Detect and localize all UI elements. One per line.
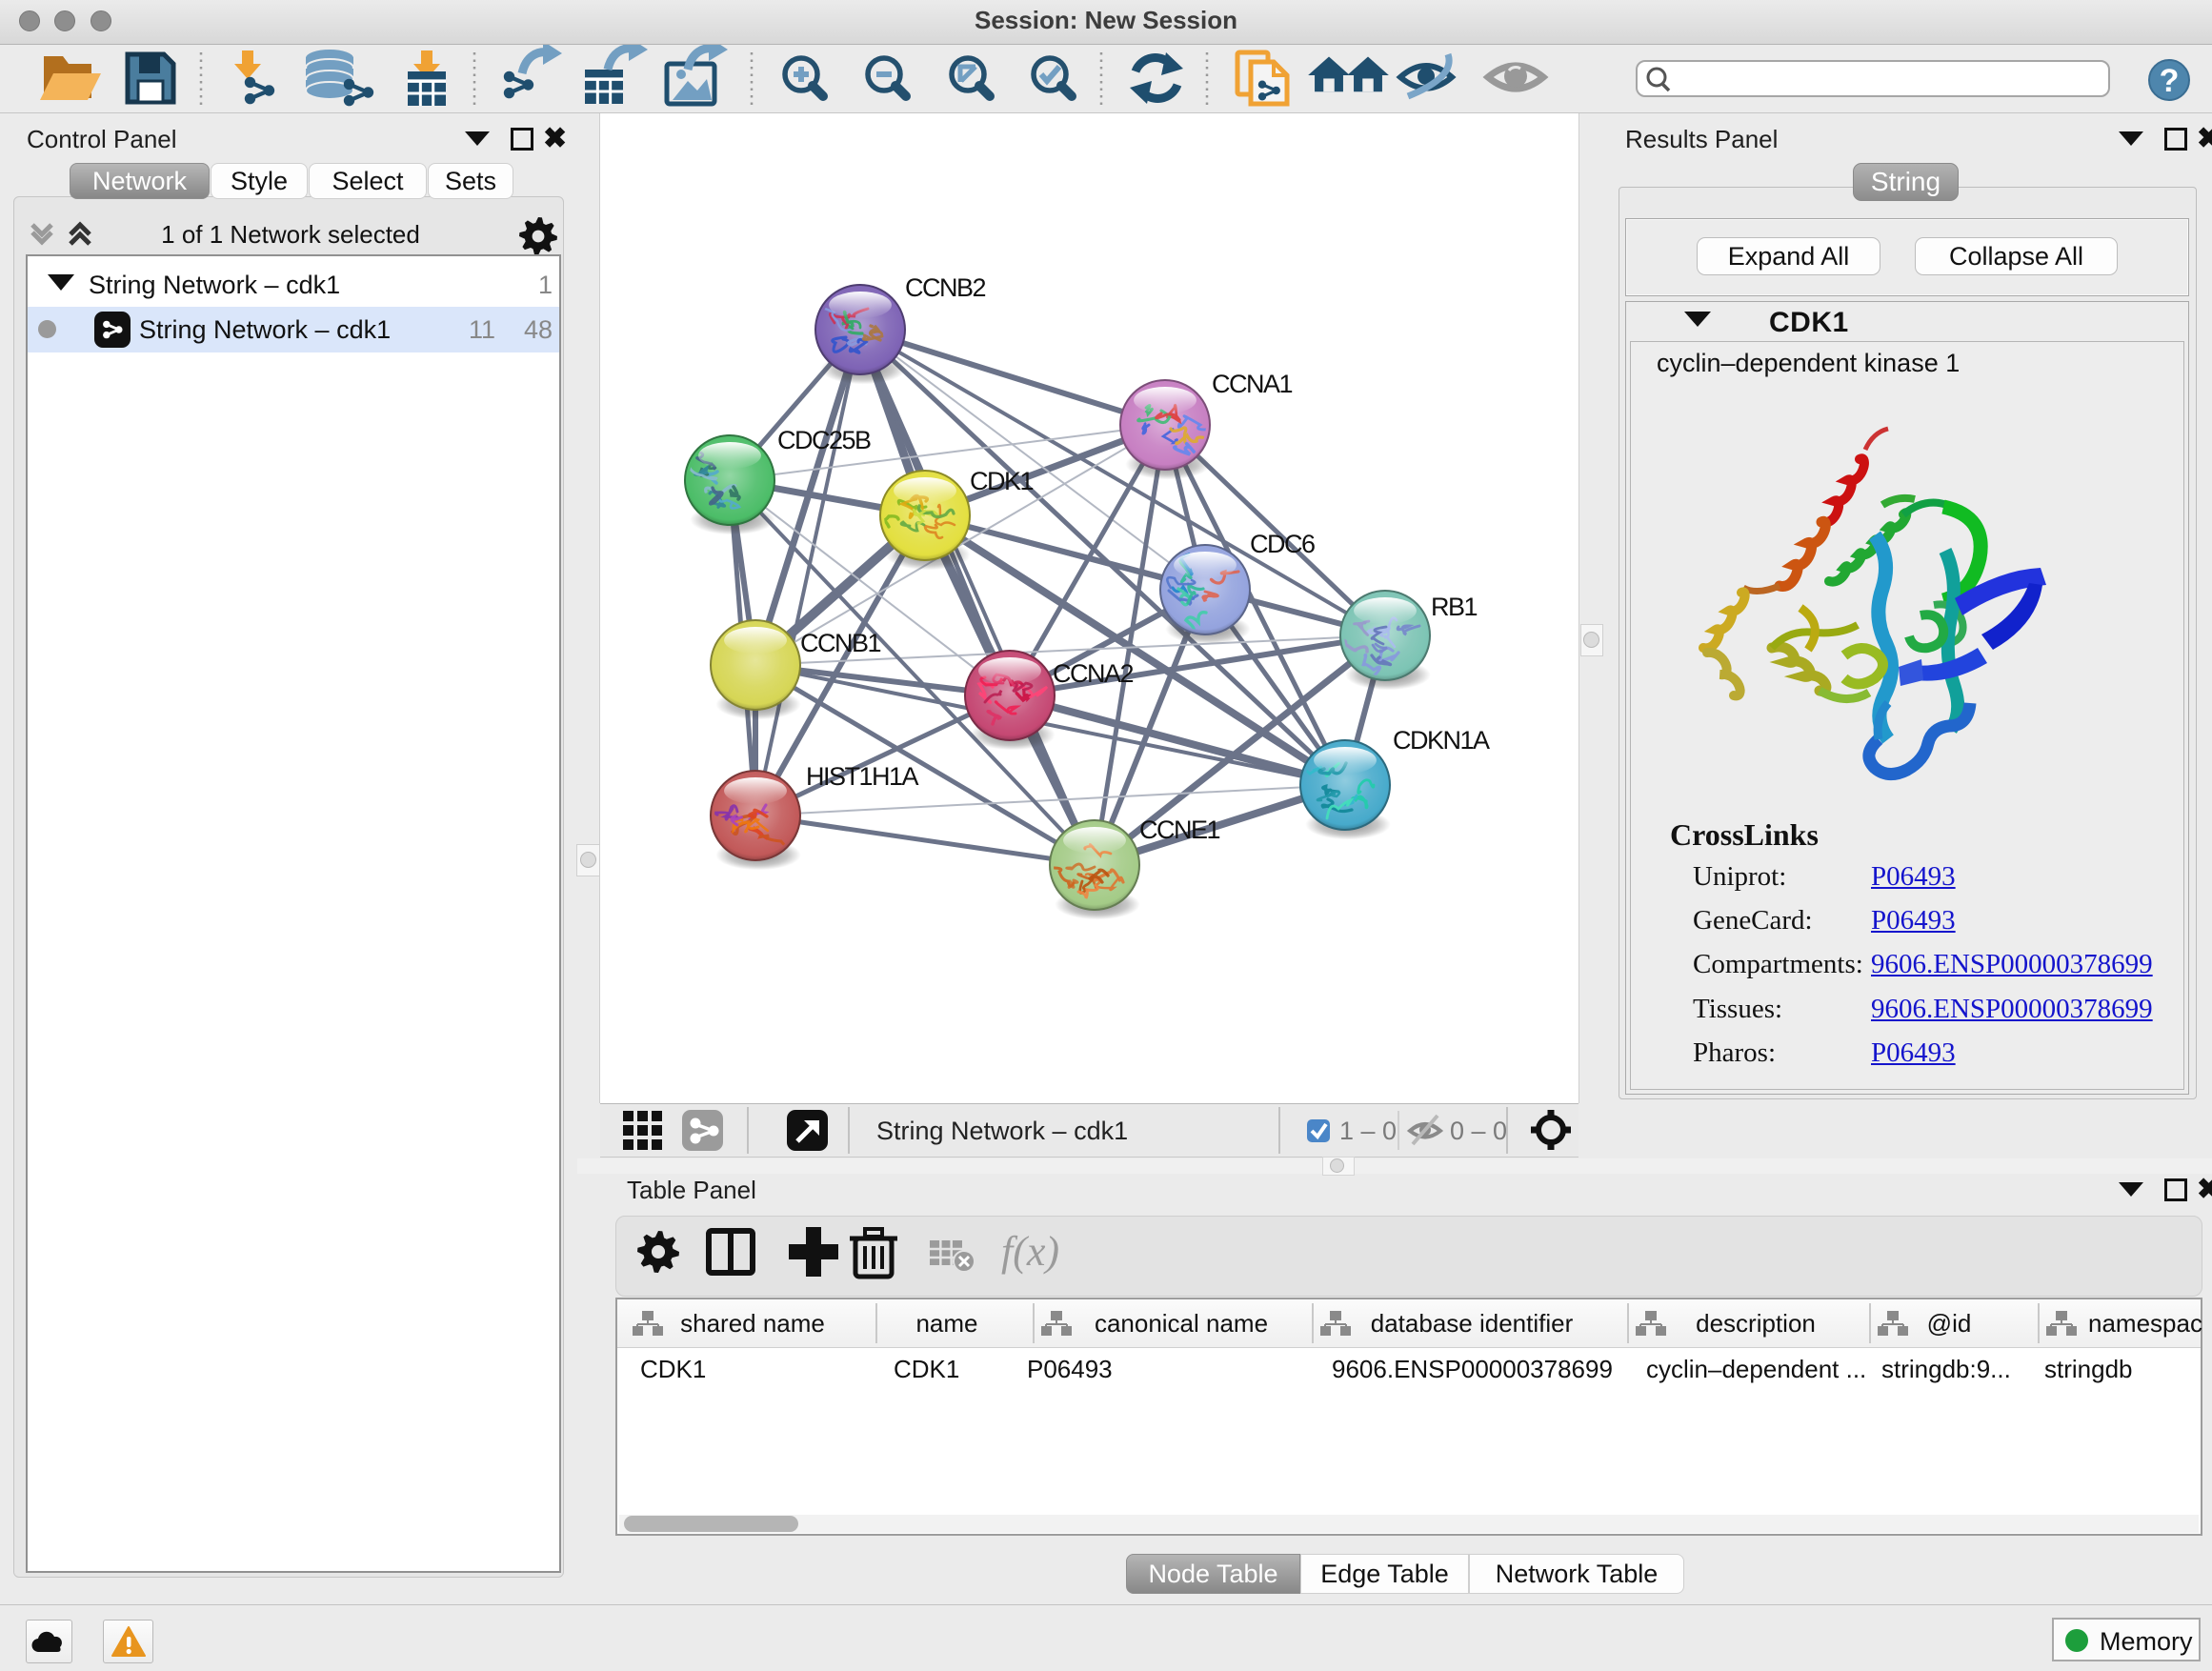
svg-text:HIST1H1A: HIST1H1A <box>806 762 919 791</box>
svg-text:name: name <box>915 1309 977 1338</box>
svg-text:1 – 0: 1 – 0 <box>1339 1117 1397 1145</box>
svg-text:CCNA2: CCNA2 <box>1053 659 1134 688</box>
svg-text:CDC6: CDC6 <box>1250 530 1315 558</box>
svg-text:database identifier: database identifier <box>1371 1309 1574 1338</box>
svg-text:f(x): f(x) <box>1001 1228 1059 1275</box>
svg-text:RB1: RB1 <box>1431 593 1478 621</box>
svg-text:CDC25B: CDC25B <box>777 426 871 454</box>
svg-text:CCNA1: CCNA1 <box>1212 370 1293 398</box>
svg-text:shared name: shared name <box>680 1309 825 1338</box>
svg-text:canonical name: canonical name <box>1095 1309 1268 1338</box>
svg-text:description: description <box>1696 1309 1816 1338</box>
svg-text:CCNB1: CCNB1 <box>800 629 881 657</box>
svg-text:0 – 0: 0 – 0 <box>1450 1117 1507 1145</box>
svg-text:CDKN1A: CDKN1A <box>1393 726 1490 755</box>
svg-text:CDK1: CDK1 <box>970 467 1034 495</box>
svg-text:CCNE1: CCNE1 <box>1139 815 1220 844</box>
svg-text:@id: @id <box>1927 1309 1972 1338</box>
svg-text:CCNB2: CCNB2 <box>905 273 986 302</box>
svg-text:namespac: namespac <box>2088 1309 2202 1338</box>
svg-text:String Network – cdk1: String Network – cdk1 <box>876 1117 1128 1145</box>
